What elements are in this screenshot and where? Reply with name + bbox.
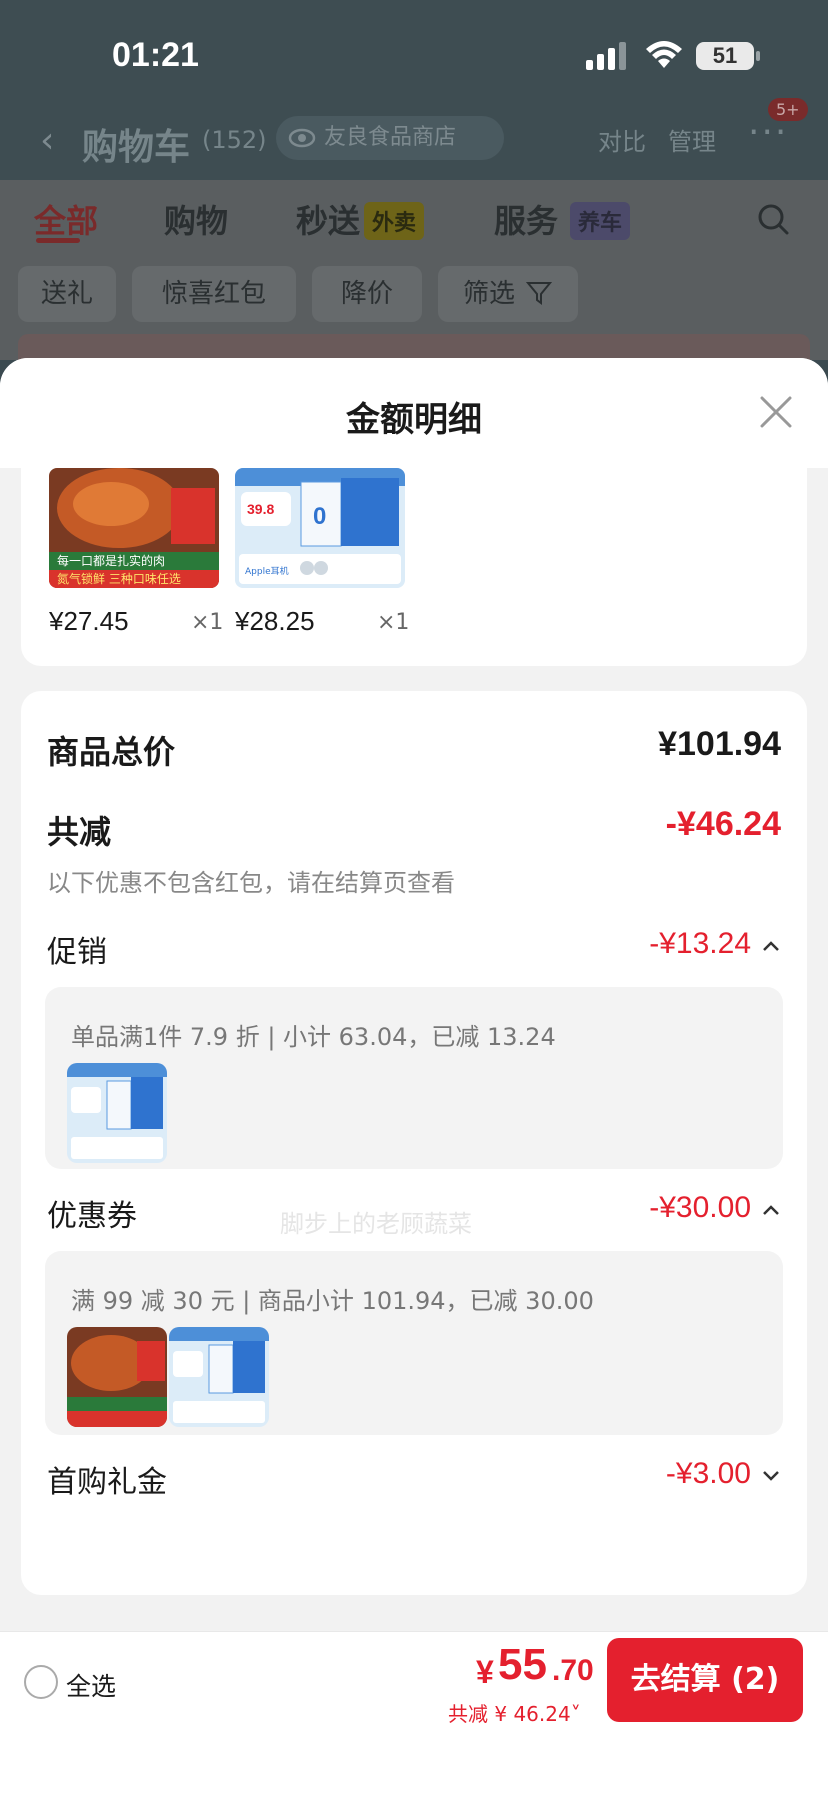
coupon-detail-box: 满 99 减 30 元 | 商品小计 101.94，已减 30.00	[45, 1251, 783, 1435]
promo-value[interactable]: -¥13.24	[649, 927, 751, 961]
back-icon[interactable]: ‹	[40, 120, 54, 161]
chip-gift[interactable]: 送礼	[18, 266, 116, 322]
total-saved[interactable]: 共减 ¥ 46.24˅	[448, 1698, 581, 1727]
discount-note: 以下优惠不包含红包，请在结算页查看	[47, 869, 455, 897]
select-all-label[interactable]: 全选	[66, 1667, 116, 1703]
promo-label: 促销	[47, 935, 107, 970]
home-indicator-area	[0, 1735, 828, 1795]
store-pill[interactable]: 友良食品商店	[276, 116, 504, 160]
cart-header: ‹ 购物车 (152) 友良食品商店 对比 管理 ··· 5+	[0, 98, 828, 180]
coupon-value[interactable]: -¥30.00	[649, 1191, 751, 1225]
product-image-milk[interactable]: 39.8 0 Apple耳机	[235, 468, 405, 588]
product-strip: 每一口都是扎实的肉 氮气锁鲜 三种口味任选 ¥27.45 ×1 39.8 0 A…	[21, 468, 807, 666]
watermark: 脚步上的老顾蔬菜	[280, 1210, 472, 1238]
discount-value: -¥46.24	[665, 805, 781, 843]
total-decimal: .70	[552, 1654, 594, 1687]
product-price: ¥27.45	[49, 606, 129, 636]
status-bar: 01:21 51	[0, 0, 828, 110]
sheet-title: 金额明细	[346, 400, 482, 440]
tab-shopping[interactable]: 购物	[164, 196, 228, 242]
product-price: ¥28.25	[235, 606, 315, 636]
tab-all[interactable]: 全部	[34, 196, 98, 242]
filter-icon	[526, 282, 552, 305]
yangche-tag: 养车	[570, 202, 631, 240]
chevron-down-icon[interactable]	[761, 1469, 781, 1483]
chevron-down-icon: ˅	[570, 1702, 581, 1726]
eye-icon	[288, 128, 316, 148]
milk-price-tag: 39.8	[247, 501, 274, 517]
total-label: 商品总价	[47, 733, 176, 771]
chip-filter[interactable]: 筛选	[438, 266, 578, 322]
total-value: ¥101.94	[658, 725, 781, 763]
total-integer: 55	[498, 1640, 547, 1689]
tab-miaosong[interactable]: 秒送	[296, 196, 360, 242]
chevron-up-icon[interactable]	[761, 939, 781, 953]
gift-label: 首购礼金	[47, 1465, 167, 1500]
svg-text:0: 0	[313, 503, 326, 530]
total-currency: ¥	[476, 1654, 494, 1690]
checkout-button[interactable]: 去结算 (2)	[607, 1638, 803, 1722]
coupon-label: 优惠券	[47, 1199, 137, 1234]
battery-tip	[756, 51, 760, 61]
milk-promo: Apple耳机	[245, 565, 289, 577]
promo-thumb-milk[interactable]	[67, 1063, 167, 1163]
amount-detail-sheet: 金额明细 每一口都是扎实的肉 氮气锁鲜 三种口味任选 ¥27.45 ×1 39.…	[0, 358, 828, 1795]
discount-label: 共减	[47, 813, 112, 851]
select-all-radio[interactable]	[24, 1665, 58, 1699]
promo-detail-box: 单品满1件 7.9 折 | 小计 63.04，已减 13.24	[45, 987, 783, 1169]
total-saved-text: 共减 ¥ 46.24	[448, 1702, 571, 1726]
duck-banner-2: 氮气锁鲜 三种口味任选	[57, 571, 181, 586]
chip-price-drop[interactable]: 降价	[312, 266, 422, 322]
tab-service[interactable]: 服务	[494, 196, 558, 242]
search-icon[interactable]	[756, 202, 790, 236]
sheet-header: 金额明细	[0, 358, 828, 468]
price-summary-card: 商品总价 ¥101.94 共减 -¥46.24 以下优惠不包含红包，请在结算页查…	[21, 691, 807, 1595]
compare-button[interactable]: 对比	[598, 122, 646, 157]
product-qty: ×1	[191, 610, 224, 635]
manage-button[interactable]: 管理	[668, 122, 716, 157]
chip-red-packet[interactable]: 惊喜红包	[132, 266, 296, 322]
coupon-thumb-milk[interactable]	[169, 1327, 269, 1427]
store-name: 友良食品商店	[324, 125, 457, 150]
promo-detail-text: 单品满1件 7.9 折 | 小计 63.04，已减 13.24	[71, 1023, 556, 1051]
battery-icon: 51	[696, 42, 754, 70]
cart-title: 购物车	[82, 127, 191, 168]
chevron-up-icon[interactable]	[761, 1203, 781, 1217]
duck-banner-1: 每一口都是扎实的肉	[57, 553, 165, 568]
wifi-icon	[646, 41, 682, 68]
waimai-tag: 外卖	[364, 202, 425, 240]
checkout-bar: 全选 ¥ 55 .70 共减 ¥ 46.24˅ 去结算 (2)	[0, 1631, 828, 1735]
signal-icon	[586, 42, 626, 70]
coupon-thumb-duck[interactable]	[67, 1327, 167, 1427]
status-time: 01:21	[112, 36, 199, 74]
product-image-duck[interactable]: 每一口都是扎实的肉 氮气锁鲜 三种口味任选	[49, 468, 219, 588]
coupon-detail-text: 满 99 减 30 元 | 商品小计 101.94，已减 30.00	[71, 1287, 594, 1315]
product-qty: ×1	[377, 610, 410, 635]
tab-active-indicator	[36, 238, 80, 243]
more-badge: 5+	[768, 98, 808, 121]
close-icon[interactable]	[758, 394, 794, 430]
gift-value[interactable]: -¥3.00	[666, 1457, 751, 1491]
cart-count: (152)	[202, 126, 267, 154]
